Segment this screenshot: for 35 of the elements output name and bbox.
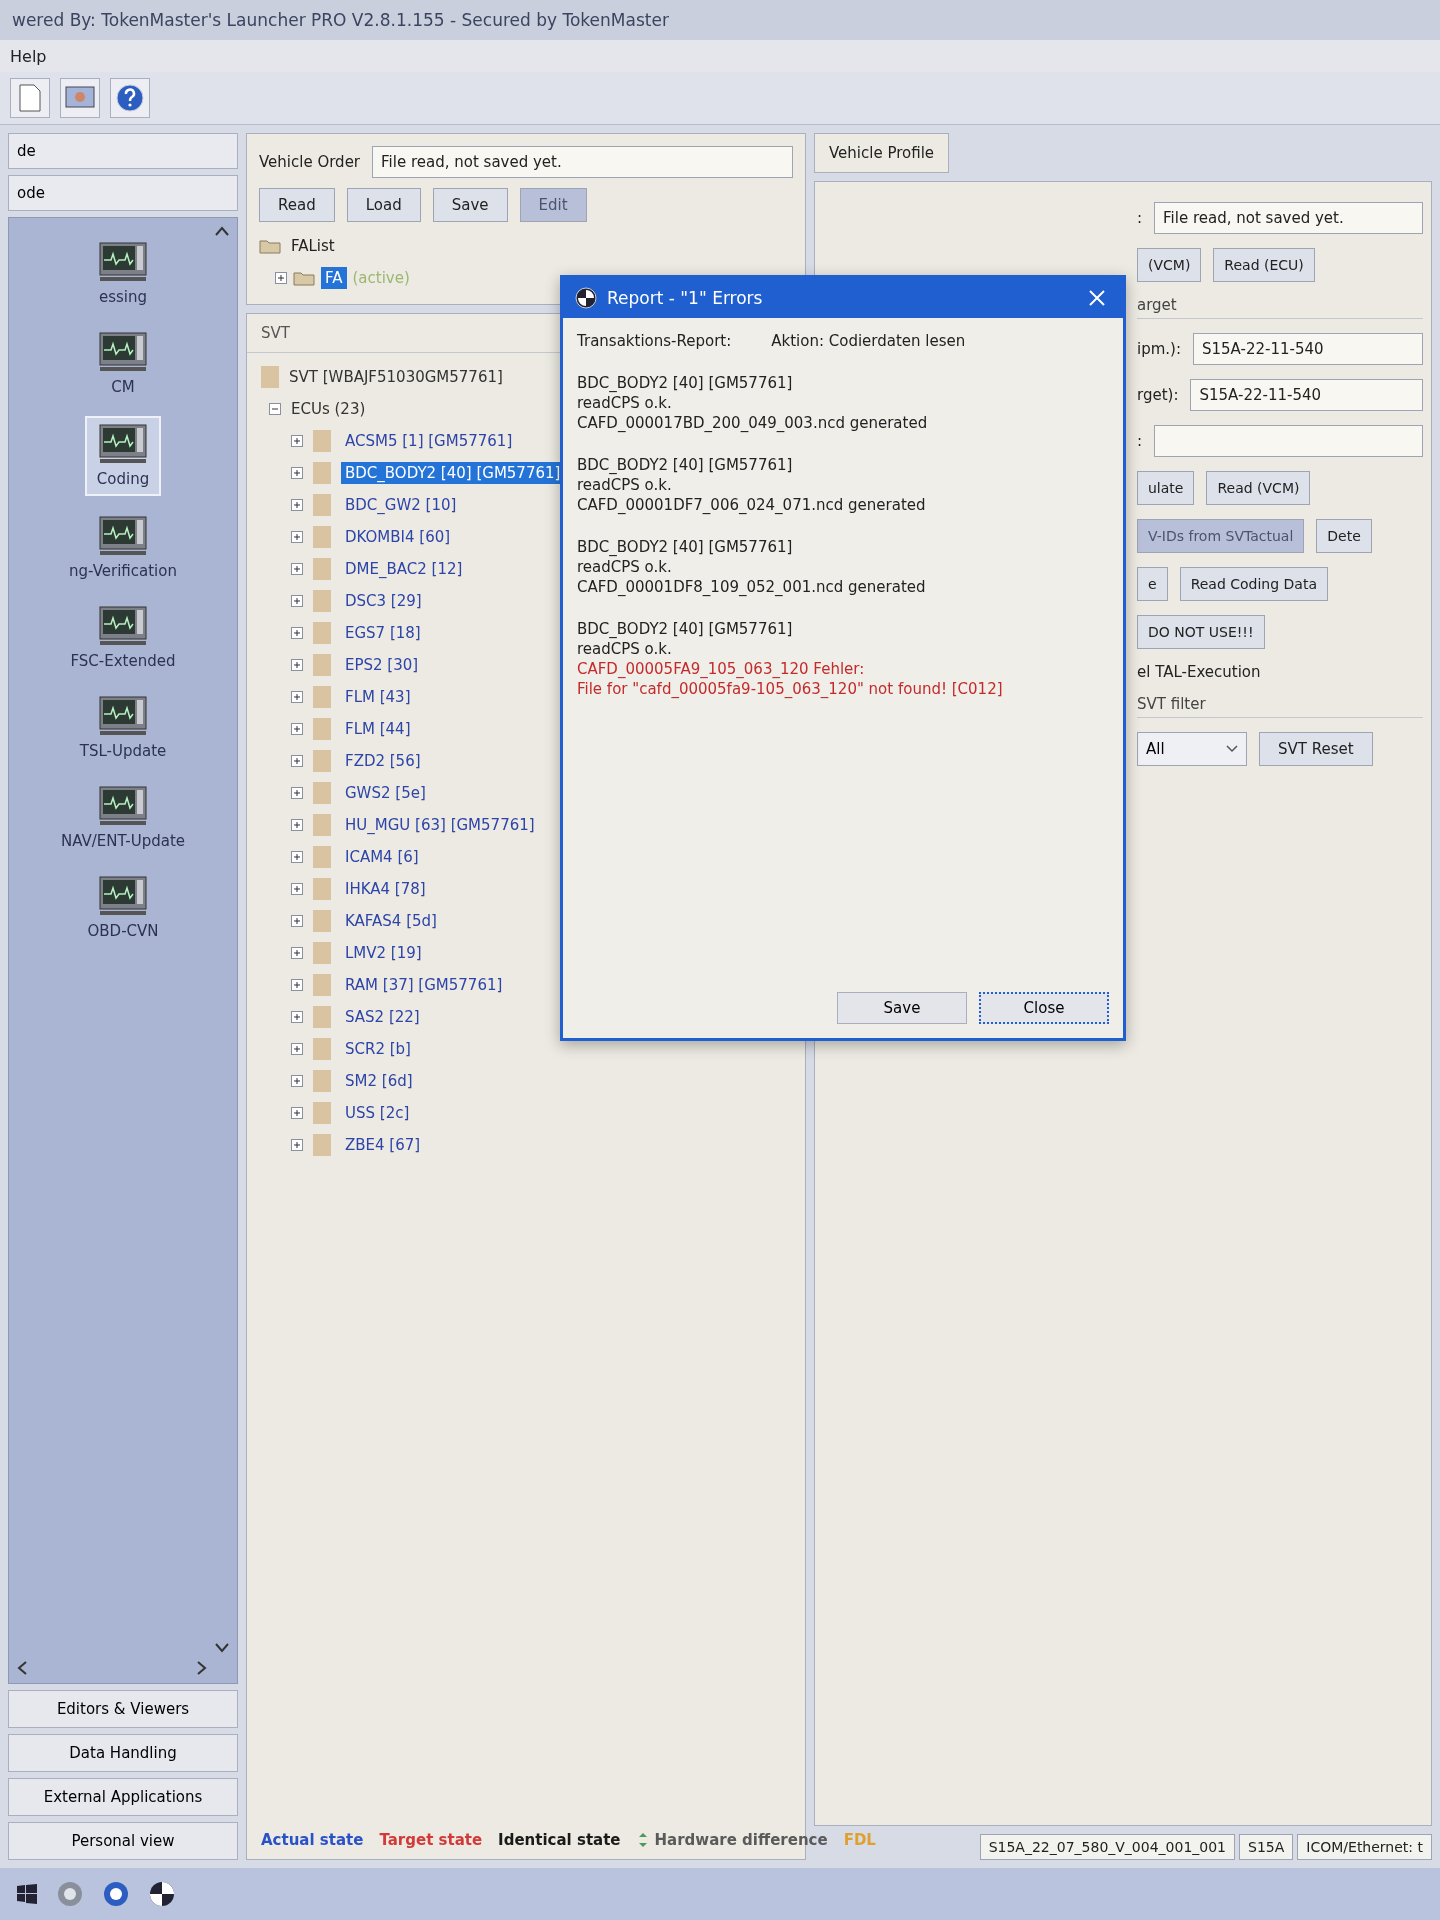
- option-label: el TAL-Execution: [1137, 663, 1262, 681]
- status-cell: S15A: [1239, 1834, 1294, 1860]
- report-label: Transaktions-Report:: [577, 332, 732, 350]
- active-note: (active): [352, 269, 410, 287]
- report-line: readCPS o.k.: [577, 558, 673, 576]
- report-line: readCPS o.k.: [577, 640, 673, 658]
- report-line: CAFD_00001DF8_109_052_001.ncd generated: [577, 578, 927, 596]
- report-line: CAFD_00005FA9_105_063_120 Fehler:: [577, 660, 866, 678]
- report-line: CAFD_000017BD_200_049_003.ncd generated: [577, 414, 929, 432]
- legend-item: Identical state: [498, 1831, 621, 1849]
- legend-item: Hardware difference: [636, 1831, 828, 1849]
- report-line: readCPS o.k.: [577, 476, 673, 494]
- field-label: :: [1137, 209, 1143, 227]
- group-label: SVT filter: [1137, 695, 1423, 718]
- report-line: CAFD_00001DF7_006_024_071.ncd generated: [577, 496, 927, 514]
- status-field: File read, not saved yet.: [372, 146, 793, 178]
- legend-item: Target state: [379, 1831, 483, 1849]
- report-line: BDC_BODY2 [40] [GM57761]: [577, 538, 794, 556]
- dialog-title: Report - "1" Errors: [607, 288, 763, 308]
- field-label: :: [1137, 432, 1143, 450]
- status-cell: ICOM/Ethernet: t: [1297, 1834, 1432, 1860]
- field-label: ipm.):: [1137, 340, 1181, 358]
- report-line: BDC_BODY2 [40] [GM57761]: [577, 374, 794, 392]
- status-cell: S15A_22_07_580_V_004_001_001: [979, 1834, 1236, 1860]
- report-line: BDC_BODY2 [40] [GM57761]: [577, 620, 794, 638]
- report-line: File for "cafd_00005fa9-105_063_120" not found! [C012]: [577, 680, 1004, 698]
- group-label: arget: [1137, 296, 1423, 319]
- legend-item: Actual state: [261, 1831, 364, 1849]
- report-line: BDC_BODY2 [40] [GM57761]: [577, 456, 794, 474]
- window-title: wered By: TokenMaster's Launcher PRO V2.8.1.155 - Secured by TokenMaster: [0, 0, 1440, 40]
- panel-title: Vehicle Profile: [814, 133, 950, 173]
- field-label: rget):: [1137, 386, 1179, 404]
- legend-item: FDL: [843, 1831, 876, 1849]
- vehicle-order-label: Vehicle Order: [259, 153, 361, 171]
- report-line: readCPS o.k.: [577, 394, 673, 412]
